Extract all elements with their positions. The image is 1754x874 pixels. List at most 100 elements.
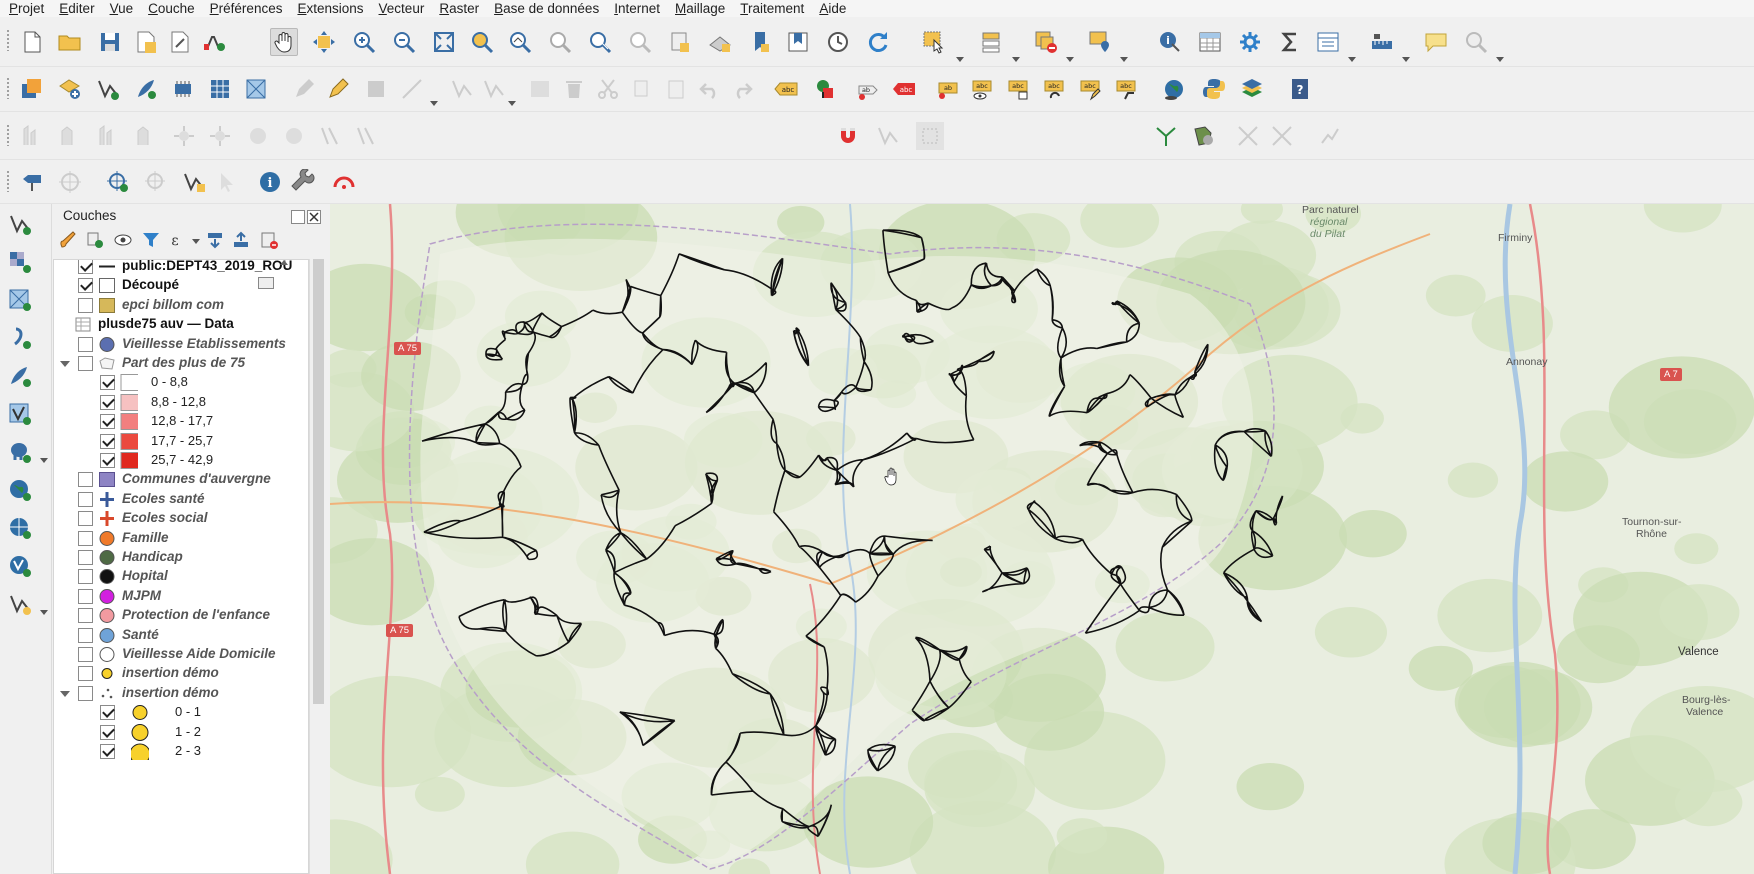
add-wfs-side-button[interactable] xyxy=(6,514,34,542)
advanced-edit-7-button[interactable] xyxy=(244,122,272,150)
layer-visibility-checkbox[interactable] xyxy=(78,472,93,488)
layer-row[interactable]: plusde75 auv — Data xyxy=(54,314,308,335)
layer-visibility-checkbox[interactable] xyxy=(100,394,115,410)
panel-close-button[interactable] xyxy=(307,210,321,224)
label-show-button[interactable]: abc xyxy=(890,75,918,103)
layer-visibility-checkbox[interactable] xyxy=(100,744,115,759)
add-wms-side-button[interactable] xyxy=(6,476,34,504)
map-tips-button[interactable] xyxy=(1422,28,1450,56)
digitize-dropdown-arrow[interactable] xyxy=(430,99,438,107)
layer-row[interactable]: Hopital xyxy=(54,566,308,587)
zoom-full-button[interactable] xyxy=(430,28,458,56)
layer-visibility-checkbox[interactable] xyxy=(78,260,93,274)
layer-visibility-checkbox[interactable] xyxy=(78,627,93,643)
toggle-editing-disabled[interactable] xyxy=(290,75,318,103)
add-wms-button[interactable] xyxy=(170,75,198,103)
statistical-summary-button[interactable] xyxy=(1276,28,1304,56)
panel-float-button[interactable] xyxy=(291,210,305,224)
open-attribute-table-button[interactable] xyxy=(1196,28,1224,56)
menu-maillage[interactable]: Maillage xyxy=(675,0,725,17)
zoom-out-button[interactable] xyxy=(390,28,418,56)
layer-visibility-checkbox[interactable] xyxy=(78,588,93,604)
settings-tool-button[interactable] xyxy=(290,168,318,196)
add-spatialite-side-button[interactable] xyxy=(6,362,34,390)
locator-button[interactable] xyxy=(1462,28,1490,56)
advanced-edit-5-button[interactable] xyxy=(170,122,198,150)
filter-expression-dropdown-arrow[interactable] xyxy=(192,237,200,245)
enable-snapping-button[interactable] xyxy=(834,122,862,150)
menu-editer[interactable]: Editer xyxy=(59,0,94,17)
gauge-plugin-button[interactable] xyxy=(330,168,358,196)
copy-features-button[interactable] xyxy=(628,75,656,103)
plugin-1-button[interactable] xyxy=(18,168,46,196)
snapping-intersection-button[interactable] xyxy=(1234,122,1262,150)
layer-row[interactable]: insertion démo xyxy=(54,663,308,684)
legend-class-row[interactable]: 8,8 - 12,8 xyxy=(54,392,308,413)
add-virtual-layer-side-button[interactable] xyxy=(6,400,34,428)
layer-row[interactable]: insertion démo xyxy=(54,683,308,704)
toolbar-grip[interactable] xyxy=(6,124,10,146)
layer-row[interactable]: Santé xyxy=(54,625,308,646)
pan-to-selection-button[interactable] xyxy=(310,28,338,56)
show-bookmarks-button[interactable] xyxy=(784,28,812,56)
plugin-6-button[interactable] xyxy=(214,168,242,196)
legend-class-row[interactable]: 1 - 2 xyxy=(54,722,308,743)
select-location-dropdown-arrow[interactable] xyxy=(1120,55,1128,63)
new-map-view-button[interactable] xyxy=(666,28,694,56)
layer-visibility-checkbox[interactable] xyxy=(78,530,93,546)
select-features-button[interactable] xyxy=(920,28,948,56)
zoom-to-layer-button[interactable] xyxy=(506,28,534,56)
layer-visibility-checkbox[interactable] xyxy=(78,647,93,662)
add-vector-layer-side-button[interactable] xyxy=(6,210,34,238)
new-bookmark-button[interactable] xyxy=(746,28,774,56)
layer-row[interactable]: Ecoles social xyxy=(54,508,308,529)
diagram-toolbar-button[interactable]: ab xyxy=(854,75,882,103)
highlight-pinned-button[interactable]: abc xyxy=(968,75,996,103)
layer-row[interactable]: epci billom com xyxy=(54,295,308,316)
layer-visibility-checkbox[interactable] xyxy=(78,685,93,701)
pan-map-button[interactable] xyxy=(270,28,298,56)
toggle-editing-button[interactable] xyxy=(324,75,352,103)
field-calculator-button[interactable] xyxy=(1314,28,1342,56)
toolbar-grip[interactable] xyxy=(6,170,10,192)
redo-button[interactable] xyxy=(728,75,756,103)
menu-vecteur[interactable]: Vecteur xyxy=(379,0,425,17)
layer-visibility-checkbox[interactable] xyxy=(78,297,93,313)
help-button[interactable]: ? xyxy=(1286,75,1314,103)
legend-class-row[interactable]: 12,8 - 17,7 xyxy=(54,411,308,432)
zoom-to-selection-button[interactable] xyxy=(468,28,496,56)
vertex-tool-layer-button[interactable] xyxy=(480,75,508,103)
add-wcs-side-button[interactable] xyxy=(6,552,34,580)
new-3d-view-button[interactable] xyxy=(706,28,734,56)
new-print-layout-button[interactable] xyxy=(166,28,194,56)
delete-selected-button[interactable] xyxy=(560,75,588,103)
advanced-edit-6-button[interactable] xyxy=(206,122,234,150)
menu-traitement[interactable]: Traitement xyxy=(740,0,804,17)
zoom-in-button[interactable] xyxy=(350,28,378,56)
layer-visibility-checkbox[interactable] xyxy=(78,491,93,507)
layer-visibility-checkbox[interactable] xyxy=(100,375,115,391)
open-project-button[interactable] xyxy=(56,28,84,56)
pin-labels-button[interactable]: ab xyxy=(934,75,962,103)
style-manager-button[interactable] xyxy=(200,28,228,56)
advanced-edit-10-button[interactable] xyxy=(352,122,380,150)
add-spatialite-button[interactable] xyxy=(132,75,160,103)
remove-layer-button[interactable] xyxy=(257,228,281,252)
expand-arrow-icon[interactable] xyxy=(60,689,70,698)
change-label-button[interactable]: abc xyxy=(1076,75,1104,103)
layer-visibility-checkbox[interactable] xyxy=(78,511,93,527)
select-by-value-dropdown-arrow[interactable] xyxy=(1012,55,1020,63)
map-canvas[interactable]: Parc naturel régional du Pilat Firminy A… xyxy=(330,204,1754,874)
add-db-dropdown-arrow[interactable] xyxy=(40,456,48,464)
menu-preferences[interactable]: Préférences xyxy=(210,0,283,17)
vertex-tool-button[interactable] xyxy=(448,75,476,103)
advanced-edit-3-button[interactable] xyxy=(94,122,122,150)
zoom-last-button[interactable] xyxy=(586,28,614,56)
plugin-4-button[interactable] xyxy=(142,168,170,196)
self-snapping-button[interactable] xyxy=(1268,122,1296,150)
new-project-button[interactable] xyxy=(18,28,46,56)
new-layer-dropdown-arrow[interactable] xyxy=(40,608,48,616)
layer-stack-button[interactable] xyxy=(1238,75,1266,103)
select-dropdown-arrow[interactable] xyxy=(956,55,964,63)
vertex-dropdown-arrow[interactable] xyxy=(508,99,516,107)
